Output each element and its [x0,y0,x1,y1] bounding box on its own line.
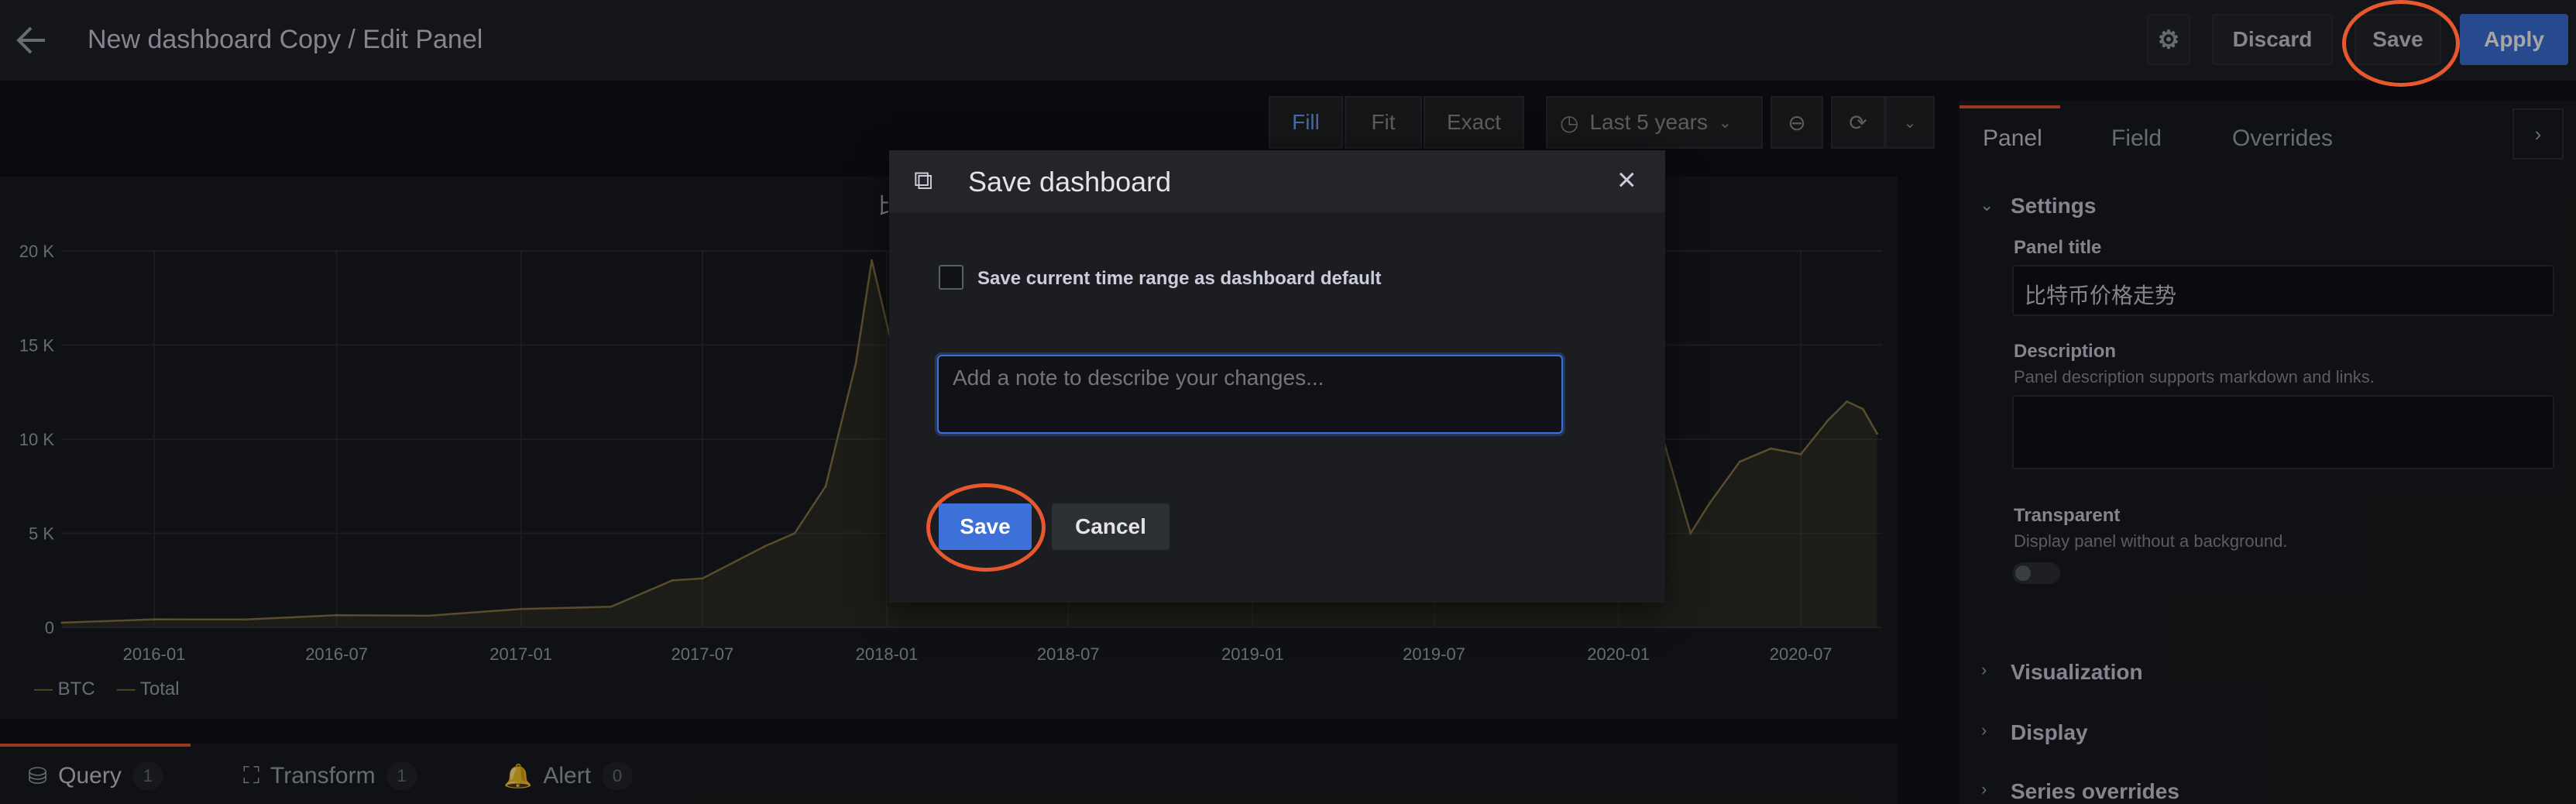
change-note-textarea[interactable] [937,355,1563,434]
highlight-ring-modal-save [926,483,1046,572]
modal-header: ⧉ Save dashboard × [889,150,1665,212]
highlight-ring-top-save [2342,0,2460,87]
default-time-range-checkbox[interactable] [939,265,963,290]
checkbox-label: Save current time range as dashboard def… [977,268,1382,289]
copy-icon: ⧉ [914,166,933,195]
modal-cancel-button[interactable]: Cancel [1052,503,1170,550]
close-icon[interactable]: × [1617,161,1637,198]
modal-title: Save dashboard [968,166,1172,198]
